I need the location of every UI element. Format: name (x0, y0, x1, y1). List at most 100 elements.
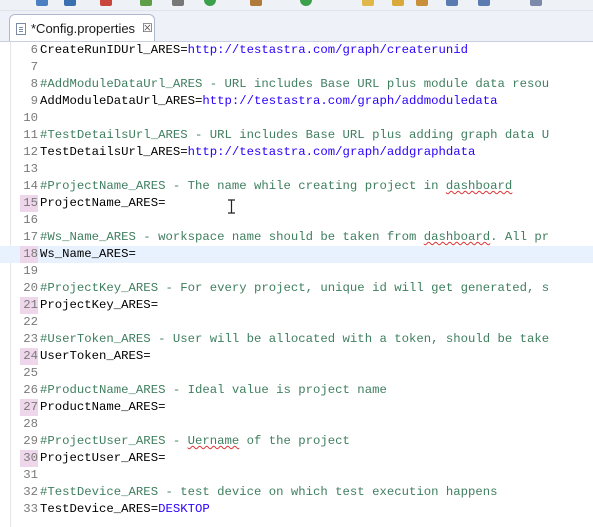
edit-icon[interactable] (416, 0, 428, 6)
editor-line[interactable]: 10 (0, 110, 593, 127)
folder-icon[interactable] (362, 0, 374, 6)
text-editor[interactable]: 6 CreateRunIDUrl_ARES=http://testastra.co… (0, 42, 593, 527)
line-number: 18 (20, 246, 38, 263)
editor-line[interactable]: 25 (0, 365, 593, 382)
close-tab-icon[interactable]: ☒ (142, 21, 153, 35)
spelling-error-text: Uername (187, 434, 240, 448)
line-number: 32 (23, 485, 38, 499)
property-key: ProjectName_ARES= (40, 196, 166, 210)
debug-icon[interactable] (140, 0, 152, 6)
editor-line[interactable]: 22 (0, 314, 593, 331)
line-number: 19 (23, 264, 38, 278)
property-key: ProjectUser_ARES= (40, 451, 166, 465)
nav-back-icon[interactable] (530, 0, 542, 6)
property-key: TestDevice_ARES= (40, 502, 159, 516)
open-icon[interactable] (392, 0, 404, 6)
line-code: ProjectUser_ARES= (40, 450, 165, 467)
editor-line[interactable]: 28 (0, 416, 593, 433)
comment-text: #ProjectUser_ARES - (40, 434, 188, 448)
editor-line[interactable]: 17 #Ws_Name_ARES - workspace name should … (0, 229, 593, 246)
main-toolbar (0, 0, 593, 11)
editor-line[interactable]: 26 #ProductName_ARES - Ideal value is pro… (0, 382, 593, 399)
settings-icon[interactable] (172, 0, 184, 6)
package-icon[interactable] (250, 0, 262, 6)
editor-line[interactable]: 9 AddModuleDataUrl_ARES=http://testastra.… (0, 93, 593, 110)
comment-text: #ProjectName_ARES - The name while creat… (40, 179, 446, 193)
line-number: 27 (20, 399, 38, 416)
property-key: UserToken_ARES= (40, 349, 151, 363)
editor-lines: 6 CreateRunIDUrl_ARES=http://testastra.co… (0, 42, 593, 518)
line-number: 21 (20, 297, 38, 314)
line-code: ProductName_ARES= (40, 399, 165, 416)
editor-line[interactable]: 7 (0, 59, 593, 76)
comment-text: #AddModuleDataUrl_ARES - URL includes Ba… (40, 77, 550, 91)
property-value: http://testastra.com/graph/createrunid (187, 43, 469, 57)
editor-line[interactable]: 27 ProductName_ARES= (0, 399, 593, 416)
line-code: AddModuleDataUrl_ARES=http://testastra.c… (40, 93, 498, 110)
editor-line[interactable]: 16 (0, 212, 593, 229)
editor-line[interactable]: 30 ProjectUser_ARES= (0, 450, 593, 467)
line-code: #AddModuleDataUrl_ARES - URL includes Ba… (40, 76, 549, 93)
comment-text: #ProjectKey_ARES - For every project, un… (40, 281, 550, 295)
line-number: 23 (23, 332, 38, 346)
editor-line[interactable]: 31 (0, 467, 593, 484)
run-icon[interactable] (100, 0, 112, 6)
line-code: CreateRunIDUrl_ARES=http://testastra.com… (40, 42, 468, 59)
editor-line[interactable]: 8 #AddModuleDataUrl_ARES - URL includes B… (0, 76, 593, 93)
line-code: #TestDevice_ARES - test device on which … (40, 484, 498, 501)
layout-icon[interactable] (478, 0, 490, 6)
spelling-error-text: dashboard (445, 179, 513, 193)
line-number: 9 (30, 94, 38, 108)
editor-line[interactable]: 12 TestDetailsUrl_ARES=http://testastra.c… (0, 144, 593, 161)
line-number: 14 (23, 179, 38, 193)
line-code: #ProjectKey_ARES - For every project, un… (40, 280, 549, 297)
comment-text: #ProductName_ARES - Ideal value is proje… (40, 383, 387, 397)
line-number: 7 (30, 60, 38, 74)
line-number: 30 (20, 450, 38, 467)
property-key: AddModuleDataUrl_ARES= (40, 94, 203, 108)
editor-line[interactable]: 32 #TestDevice_ARES - test device on whic… (0, 484, 593, 501)
property-key: TestDetailsUrl_ARES= (40, 145, 188, 159)
line-code: TestDetailsUrl_ARES=http://testastra.com… (40, 144, 475, 161)
comment-text: . All pr (490, 230, 550, 244)
editor-line[interactable]: 6 CreateRunIDUrl_ARES=http://testastra.co… (0, 42, 593, 59)
line-number: 33 (23, 502, 38, 516)
property-key: Ws_Name_ARES= (40, 247, 136, 261)
search-icon[interactable] (36, 0, 48, 6)
property-value: http://testastra.com/graph/addgraphdata (187, 145, 476, 159)
line-number: 22 (23, 315, 38, 329)
spelling-error-text: dashboard (423, 230, 491, 244)
line-number: 8 (30, 77, 38, 91)
window-icon[interactable] (446, 0, 458, 6)
editor-line[interactable]: 29 #ProjectUser_ARES - Uername of the pro… (0, 433, 593, 450)
comment-text: of the project (239, 434, 350, 448)
editor-line[interactable]: 14 #ProjectName_ARES - The name while cre… (0, 178, 593, 195)
property-value: DESKTOP (158, 502, 210, 516)
editor-line[interactable]: 23 #UserToken_ARES - User will be allocat… (0, 331, 593, 348)
line-number: 28 (23, 417, 38, 431)
editor-line[interactable]: 21 ProjectKey_ARES= (0, 297, 593, 314)
editor-line[interactable]: 18 Ws_Name_ARES= (0, 246, 593, 263)
refresh-icon[interactable] (300, 0, 312, 6)
save-icon[interactable] (64, 0, 76, 6)
run-green-icon[interactable] (204, 0, 216, 6)
line-number: 11 (23, 128, 38, 142)
properties-file-icon (16, 23, 26, 35)
editor-line[interactable]: 20 #ProjectKey_ARES - For every project, … (0, 280, 593, 297)
editor-tab-bar: *Config.properties ☒ (0, 11, 593, 42)
line-code: #UserToken_ARES - User will be allocated… (40, 331, 549, 348)
line-number: 15 (20, 195, 38, 212)
editor-line[interactable]: 33 TestDevice_ARES=DESKTOP (0, 501, 593, 518)
line-number: 10 (23, 111, 38, 125)
tab-config-properties[interactable]: *Config.properties ☒ (9, 14, 155, 41)
line-code: TestDevice_ARES=DESKTOP (40, 501, 210, 518)
line-number: 29 (23, 434, 38, 448)
line-code: Ws_Name_ARES= (40, 246, 136, 263)
editor-line[interactable]: 13 (0, 161, 593, 178)
editor-line[interactable]: 11 #TestDetailsUrl_ARES - URL includes Ba… (0, 127, 593, 144)
line-code: UserToken_ARES= (40, 348, 151, 365)
editor-line[interactable]: 19 (0, 263, 593, 280)
editor-line[interactable]: 24 UserToken_ARES= (0, 348, 593, 365)
editor-line[interactable]: 15 ProjectName_ARES= (0, 195, 593, 212)
property-value: http://testastra.com/graph/addmoduledata (202, 94, 498, 108)
